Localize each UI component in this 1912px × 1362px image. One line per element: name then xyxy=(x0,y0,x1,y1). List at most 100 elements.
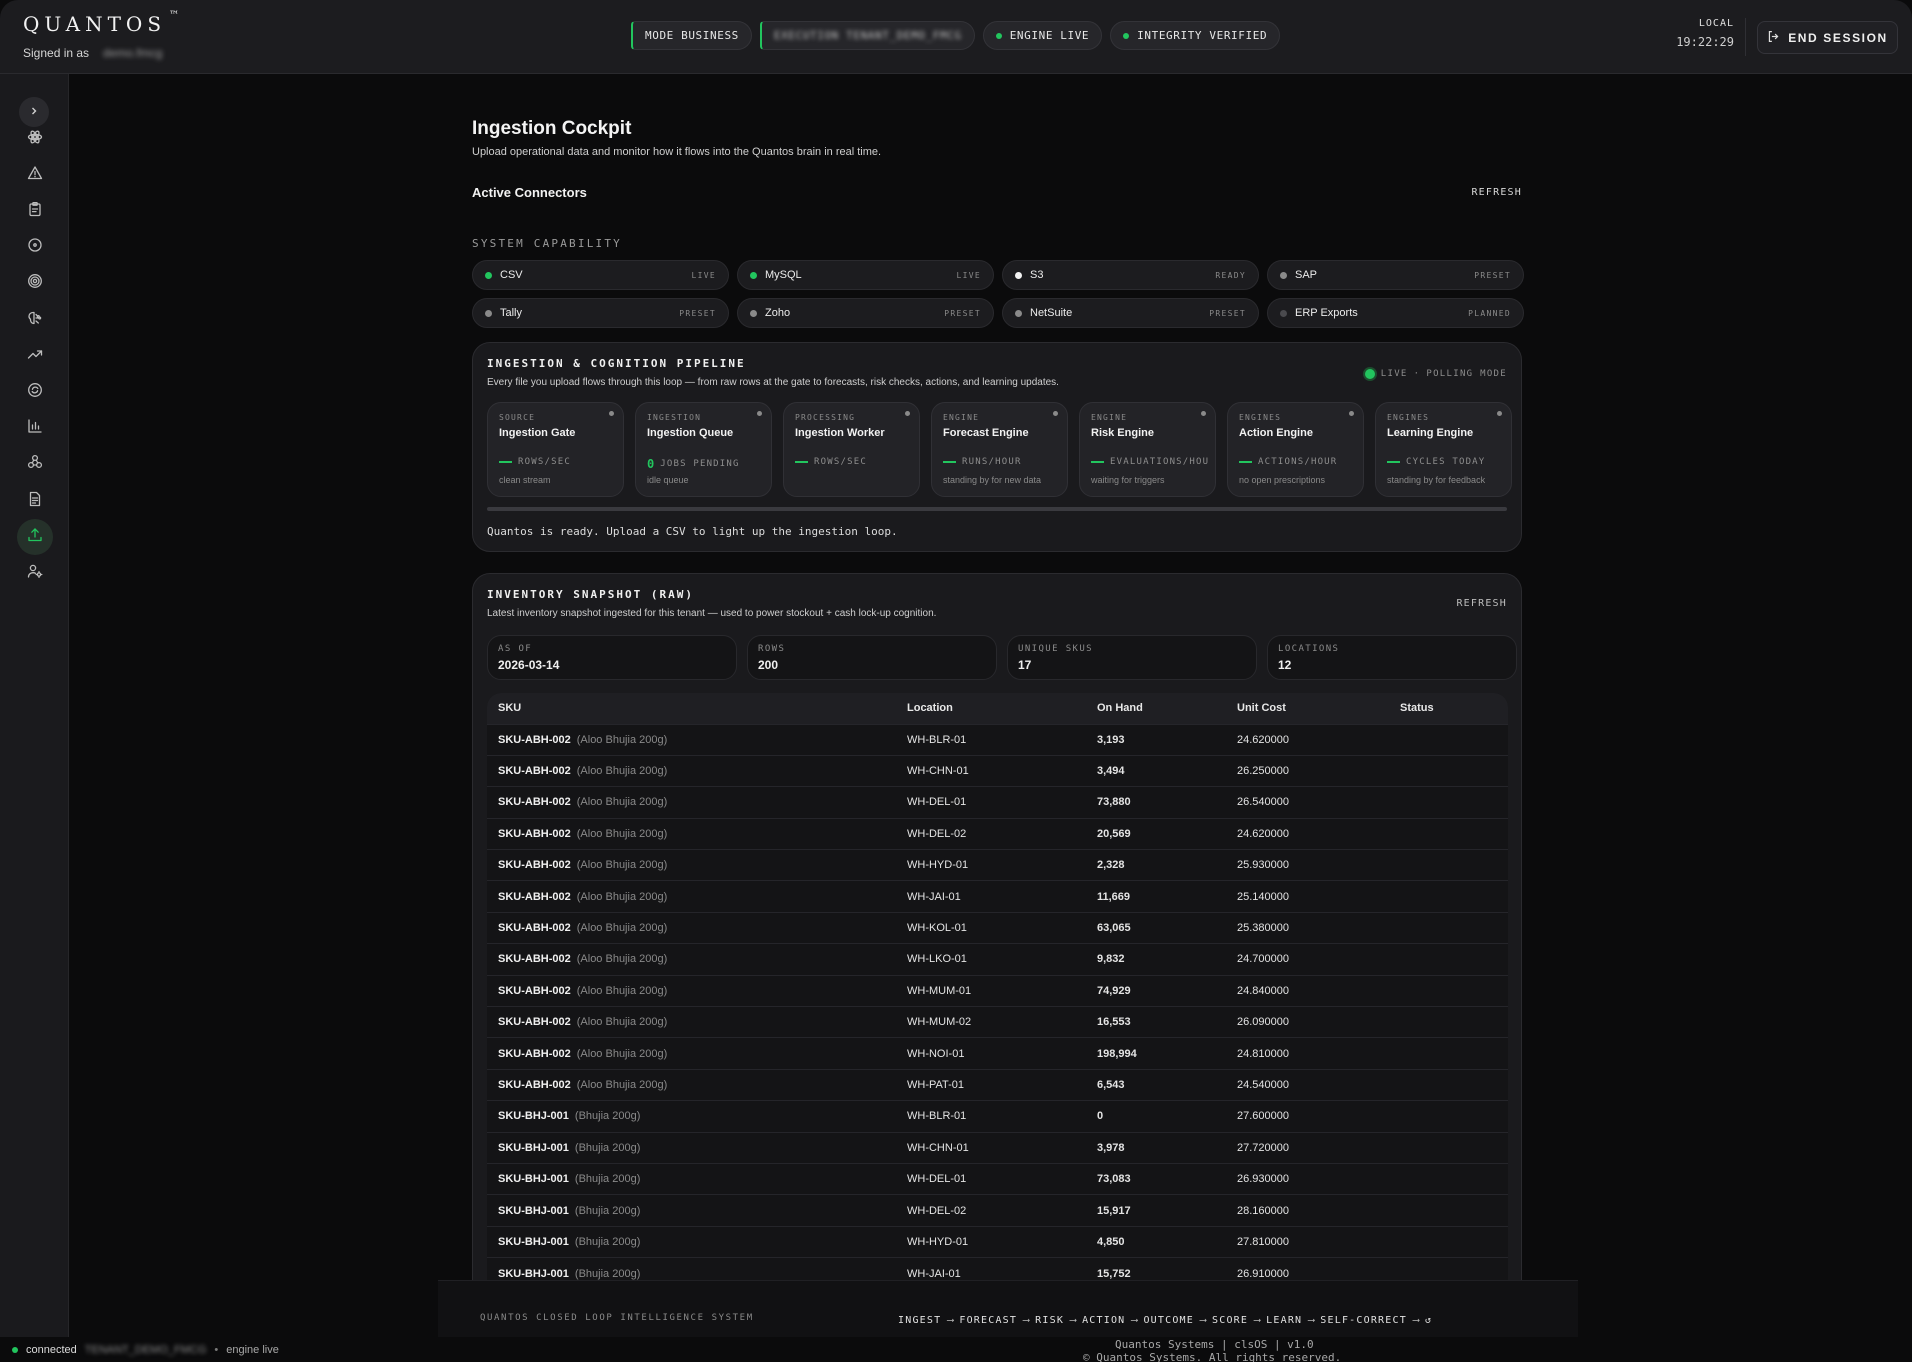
sku-cell: SKU-BHJ-001 (Bhujia 200g) xyxy=(487,1162,896,1195)
unit-cost-cell: 24.700000 xyxy=(1226,943,1389,976)
sidebar-item-users[interactable] xyxy=(17,555,53,591)
trend-icon xyxy=(27,346,43,367)
pipeline-stage-ingestion-queue[interactable]: INGESTION Ingestion Queue 0 JOBS PENDING idl… xyxy=(635,402,772,497)
sku-description: (Aloo Bhujia 200g) xyxy=(576,796,668,809)
connector-status: PLANNED xyxy=(1468,308,1511,318)
table-row[interactable]: SKU-ABH-002 (Aloo Bhujia 200g) WH-CHN-01 3,… xyxy=(487,754,1508,787)
sku-cell: SKU-BHJ-001 (Bhujia 200g) xyxy=(487,1225,896,1258)
connector-erp-exports[interactable]: ERP Exports PLANNED xyxy=(1267,298,1524,328)
table-row[interactable]: SKU-BHJ-001 (Bhujia 200g) WH-DEL-01 73,083 2… xyxy=(487,1162,1508,1195)
sku-description: (Bhujia 200g) xyxy=(574,1110,641,1123)
connector-netsuite[interactable]: NetSuite PRESET xyxy=(1002,298,1259,328)
connector-status-icon xyxy=(485,309,492,317)
table-row[interactable]: SKU-BHJ-001 (Bhujia 200g) WH-DEL-02 15,917 2… xyxy=(487,1194,1508,1227)
sidebar-item-alerts[interactable] xyxy=(17,157,53,193)
sku-description: (Bhujia 200g) xyxy=(574,1173,641,1186)
column-header-sku[interactable]: SKU xyxy=(487,693,896,724)
sidebar-item-network[interactable] xyxy=(17,447,53,483)
pipeline-ready-message: Quantos is ready. Upload a CSV to light … xyxy=(487,525,898,538)
connector-status: LIVE xyxy=(956,270,981,280)
sidebar-item-tasks[interactable] xyxy=(17,193,53,229)
column-header-unit-cost[interactable]: Unit Cost xyxy=(1226,693,1389,724)
column-header-status[interactable]: Status xyxy=(1389,693,1508,724)
connector-csv[interactable]: CSV LIVE xyxy=(472,260,729,290)
sidebar-item-analytics[interactable] xyxy=(17,411,53,447)
status-pill: ENGINE LIVE xyxy=(982,21,1103,50)
table-row[interactable]: SKU-ABH-002 (Aloo Bhujia 200g) WH-JAI-01 11… xyxy=(487,880,1508,913)
unit-cost-cell: 25.930000 xyxy=(1226,849,1389,881)
pipeline-stage-risk-engine[interactable]: ENGINE Risk Engine EVALUATIONS/HOU waiting … xyxy=(1079,402,1216,497)
sidebar-item-reports[interactable] xyxy=(17,483,53,519)
stage-metric-unit: ROWS/SEC xyxy=(518,457,571,467)
loop-step: ACTION xyxy=(1082,1315,1126,1326)
dash-icon xyxy=(795,461,808,463)
pipeline-stage-learning-engine[interactable]: ENGINES Learning Engine CYCLES TODAY standi… xyxy=(1375,402,1512,497)
sidebar-item-cycles[interactable] xyxy=(17,374,53,410)
clock-time: 19:22:29 xyxy=(1676,35,1734,49)
sidebar-item-status[interactable] xyxy=(17,230,53,266)
table-row[interactable]: SKU-ABH-002 (Aloo Bhujia 200g) WH-MUM-02 16… xyxy=(487,1006,1508,1038)
column-header-on-hand[interactable]: On Hand xyxy=(1086,693,1226,724)
brand-name: QUANTOS xyxy=(23,12,167,36)
document-icon xyxy=(27,491,43,512)
sku-code: SKU-ABH-002 xyxy=(498,922,571,935)
connector-tally[interactable]: Tally PRESET xyxy=(472,298,729,328)
table-row[interactable]: SKU-ABH-002 (Aloo Bhujia 200g) WH-DEL-02 20… xyxy=(487,817,1508,850)
table-row[interactable]: SKU-BHJ-001 (Bhujia 200g) WH-CHN-01 3,978 27… xyxy=(487,1131,1508,1164)
table-row[interactable]: SKU-ABH-002 (Aloo Bhujia 200g) WH-KOL-01 63… xyxy=(487,911,1508,944)
connector-s3[interactable]: S3 READY xyxy=(1002,260,1259,290)
sku-code: SKU-ABH-002 xyxy=(498,1047,571,1060)
status-cell xyxy=(1389,1194,1508,1227)
sku-description: (Aloo Bhujia 200g) xyxy=(576,765,668,778)
column-header-location[interactable]: Location xyxy=(896,693,1086,724)
dash-icon xyxy=(1239,461,1252,463)
polling-mode-label: POLLING MODE xyxy=(1426,369,1507,379)
connector-zoho[interactable]: Zoho PRESET xyxy=(737,298,994,328)
table-row[interactable]: SKU-BHJ-001 (Bhujia 200g) WH-BLR-01 0 27.600… xyxy=(487,1100,1508,1133)
table-row[interactable]: SKU-ABH-002 (Aloo Bhujia 200g) WH-BLR-01 3,… xyxy=(487,723,1508,756)
sku-description: (Aloo Bhujia 200g) xyxy=(576,1047,668,1060)
inventory-description: Latest inventory snapshot ingested for t… xyxy=(487,608,937,619)
trademark-mark: ™ xyxy=(169,10,180,21)
pipeline-stage-action-engine[interactable]: ENGINES Action Engine ACTIONS/HOUR no open … xyxy=(1227,402,1364,497)
refresh-inventory-button[interactable]: REFRESH xyxy=(1456,598,1507,609)
inventory-table-container[interactable]: SKU Location On Hand Unit Cost Status SKU-AB… xyxy=(487,693,1508,1337)
connector-mysql[interactable]: MySQL LIVE xyxy=(737,260,994,290)
stage-status-icon xyxy=(609,411,614,416)
sidebar-item-targets[interactable] xyxy=(17,266,53,302)
stage-name: Action Engine xyxy=(1239,427,1313,439)
sku-cell: SKU-ABH-002 (Aloo Bhujia 200g) xyxy=(487,786,896,819)
stage-hint: clean stream xyxy=(499,475,551,485)
stat-unique-skus: UNIQUE SKUS 17 xyxy=(1007,635,1257,680)
connector-sap[interactable]: SAP PRESET xyxy=(1267,260,1524,290)
sidebar-item-cognition[interactable] xyxy=(17,302,53,338)
pipeline-stage-forecast-engine[interactable]: ENGINE Forecast Engine RUNS/HOUR standing b… xyxy=(931,402,1068,497)
table-row[interactable]: SKU-ABH-002 (Aloo Bhujia 200g) WH-LKO-01 9,… xyxy=(487,943,1508,976)
stage-name: Forecast Engine xyxy=(943,427,1029,439)
sku-description: (Bhujia 200g) xyxy=(574,1267,641,1280)
refresh-connectors-button[interactable]: REFRESH xyxy=(1471,187,1522,198)
sidebar-item-ingestion[interactable] xyxy=(17,519,53,556)
stage-category: ENGINES xyxy=(1387,413,1430,422)
table-row[interactable]: SKU-ABH-002 (Aloo Bhujia 200g) WH-NOI-01 19… xyxy=(487,1037,1508,1070)
table-row[interactable]: SKU-ABH-002 (Aloo Bhujia 200g) WH-PAT-01 6,… xyxy=(487,1068,1508,1101)
table-row[interactable]: SKU-ABH-002 (Aloo Bhujia 200g) WH-DEL-01 73… xyxy=(487,786,1508,819)
network-icon xyxy=(27,454,43,475)
sidebar-item-overview[interactable] xyxy=(17,121,53,157)
table-row[interactable]: SKU-ABH-002 (Aloo Bhujia 200g) WH-HYD-01 2,… xyxy=(487,849,1508,881)
dash-icon xyxy=(1091,461,1104,463)
pipeline-stage-ingestion-worker[interactable]: PROCESSING Ingestion Worker ROWS/SEC xyxy=(783,402,920,497)
connector-grid: CSV LIVE MySQL LIVE S3 READY SAP PRESET Tally PRE… xyxy=(472,260,1524,328)
loop-step: FORECAST xyxy=(959,1315,1018,1326)
table-row[interactable]: SKU-ABH-002 (Aloo Bhujia 200g) WH-MUM-01 74… xyxy=(487,974,1508,1007)
status-pill-label: MODE BUSINESS xyxy=(645,29,739,42)
on-hand-cell: 4,850 xyxy=(1086,1225,1226,1258)
pipeline-description: Every file you upload flows through this… xyxy=(487,377,1059,388)
end-session-button[interactable]: END SESSION xyxy=(1757,21,1898,54)
mode-separator: · xyxy=(1413,369,1421,379)
sidebar-item-trends[interactable] xyxy=(17,338,53,374)
pipeline-title: INGESTION & COGNITION PIPELINE xyxy=(487,357,746,370)
table-row[interactable]: SKU-BHJ-001 (Bhujia 200g) WH-HYD-01 4,850 27… xyxy=(487,1225,1508,1258)
status-cell xyxy=(1389,1037,1508,1070)
pipeline-stage-ingestion-gate[interactable]: SOURCE Ingestion Gate ROWS/SEC clean stream xyxy=(487,402,624,497)
